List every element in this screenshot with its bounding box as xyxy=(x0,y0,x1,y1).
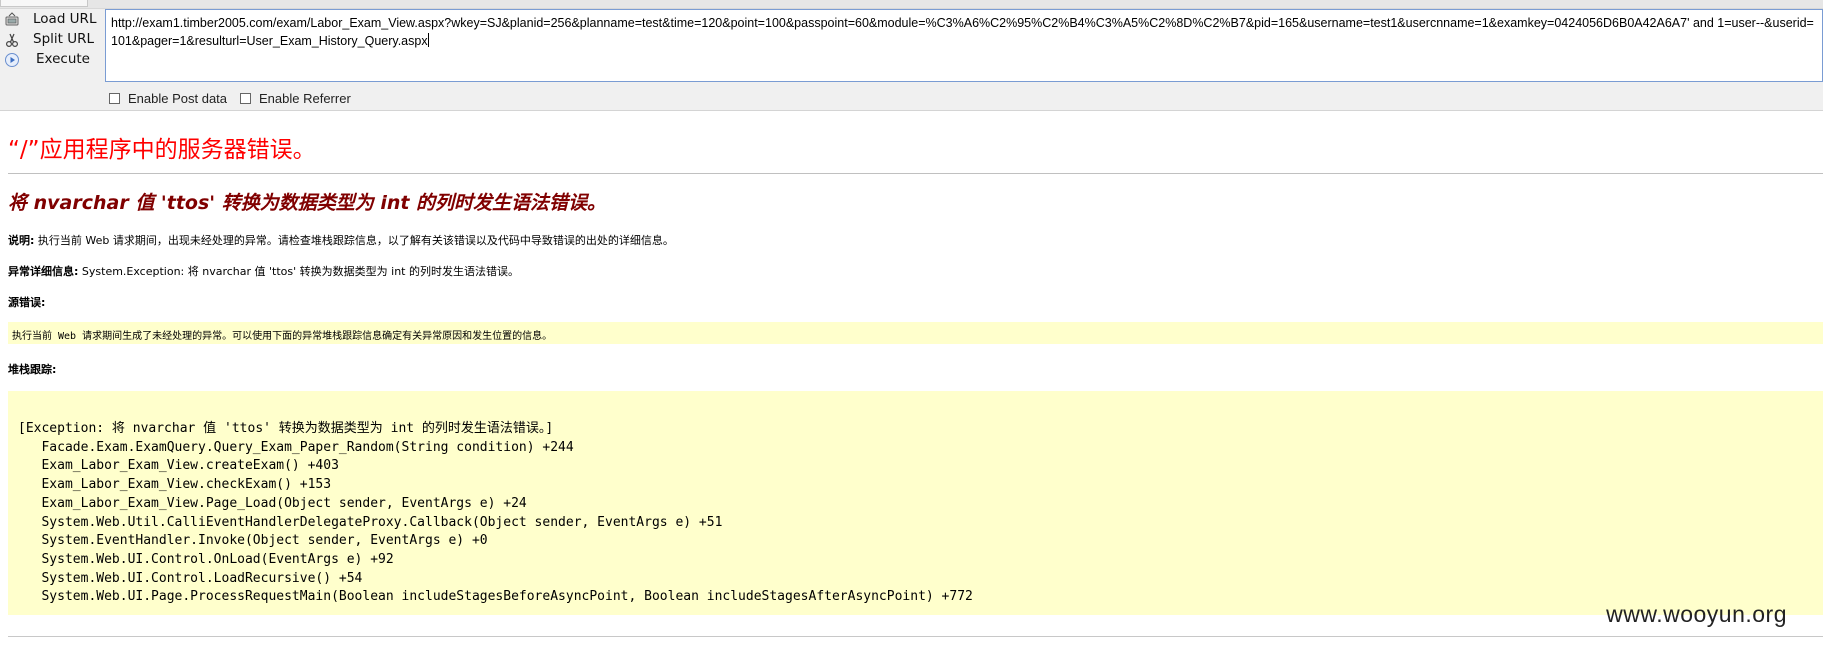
stack-trace-heading: 堆栈跟踪: xyxy=(8,361,56,377)
exception-details-paragraph: 异常详细信息: System.Exception: 将 nvarchar 值 '… xyxy=(8,263,519,279)
stack-trace-box: [Exception: 将 nvarchar 值 'ttos' 转换为数据类型为… xyxy=(8,391,1823,615)
enable-post-checkbox[interactable] xyxy=(109,92,120,104)
url-textarea[interactable]: http://exam1.timber2005.com/exam/Labor_E… xyxy=(105,9,1823,82)
divider xyxy=(8,173,1823,174)
execute-label: Execute xyxy=(36,51,90,67)
toolbar-top-button[interactable] xyxy=(0,0,88,7)
watermark: www.wooyun.org xyxy=(1606,601,1787,627)
exception-details-label: 异常详细信息: xyxy=(8,265,79,278)
source-error-box: 执行当前 Web 请求期间生成了未经处理的异常。可以使用下面的异常堆栈跟踪信息确… xyxy=(8,322,1823,344)
split-url-button[interactable]: Split URL xyxy=(0,29,100,51)
source-error-heading: 源错误: xyxy=(8,294,45,310)
enable-referrer-option[interactable]: Enable Referrer xyxy=(240,89,351,107)
play-icon xyxy=(5,53,19,67)
description-text: 执行当前 Web 请求期间，出现未经处理的异常。请检查堆栈跟踪信息，以了解有关该… xyxy=(34,234,674,247)
bottom-divider xyxy=(8,636,1823,637)
exception-details-text: System.Exception: 将 nvarchar 值 'ttos' 转换… xyxy=(78,265,519,278)
url-text: http://exam1.timber2005.com/exam/Labor_E… xyxy=(111,16,1814,48)
stack-trace-label: 堆栈跟踪: xyxy=(8,363,57,376)
stack-trace-text: [Exception: 将 nvarchar 值 'ttos' 转换为数据类型为… xyxy=(18,421,973,605)
load-url-button[interactable]: Load URL xyxy=(0,9,100,31)
error-message-heading: 将 nvarchar 值 'ttos' 转换为数据类型为 int 的列时发生语法… xyxy=(8,192,607,214)
source-error-text: 执行当前 Web 请求期间生成了未经处理的异常。可以使用下面的异常堆栈跟踪信息确… xyxy=(12,331,553,342)
toolbar-top-strip xyxy=(0,0,1823,9)
split-url-label: Split URL xyxy=(33,31,95,47)
scissors-icon xyxy=(5,33,19,48)
error-page-title: “/”应用程序中的服务器错误。 xyxy=(8,137,316,163)
enable-referrer-label: Enable Referrer xyxy=(259,90,351,106)
enable-post-option[interactable]: Enable Post data xyxy=(109,89,227,107)
load-url-label: Load URL xyxy=(33,11,97,27)
text-caret xyxy=(427,33,429,47)
execute-button[interactable]: Execute xyxy=(0,49,100,71)
load-url-icon xyxy=(5,12,19,26)
hackbar-toolbar: Load URL Split URL Execute http://exam1.… xyxy=(0,0,1823,111)
enable-post-label: Enable Post data xyxy=(128,90,228,106)
enable-referrer-checkbox[interactable] xyxy=(240,92,251,104)
description-label: 说明: xyxy=(8,234,35,247)
source-error-label: 源错误: xyxy=(8,296,46,309)
description-paragraph: 说明: 执行当前 Web 请求期间，出现未经处理的异常。请检查堆栈跟踪信息，以了… xyxy=(8,232,674,248)
